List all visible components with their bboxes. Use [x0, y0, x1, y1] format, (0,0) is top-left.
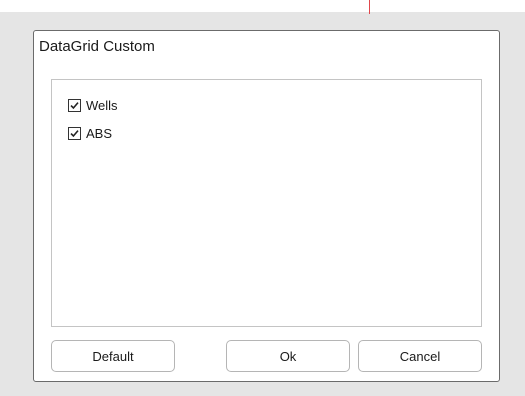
abs-checkbox-row[interactable]: ABS: [68, 125, 112, 141]
wells-checkbox-row[interactable]: Wells: [68, 97, 118, 113]
abs-checkbox[interactable]: [68, 126, 81, 140]
ok-button[interactable]: Ok: [226, 340, 350, 372]
checkmark-icon: [70, 101, 79, 109]
dialog-title: DataGrid Custom: [39, 38, 155, 55]
accent-line: [369, 0, 370, 14]
top-strip: [0, 0, 525, 12]
column-list-panel: Wells ABS: [51, 79, 482, 327]
wells-checkbox-label: Wells: [86, 97, 118, 113]
checkmark-icon: [70, 129, 79, 137]
abs-checkbox-label: ABS: [86, 125, 113, 141]
datagrid-custom-dialog: DataGrid Custom Wells ABS Default Ok Can…: [33, 30, 500, 382]
cancel-button[interactable]: Cancel: [358, 340, 482, 372]
wells-checkbox[interactable]: [68, 98, 81, 112]
default-button[interactable]: Default: [51, 340, 175, 372]
